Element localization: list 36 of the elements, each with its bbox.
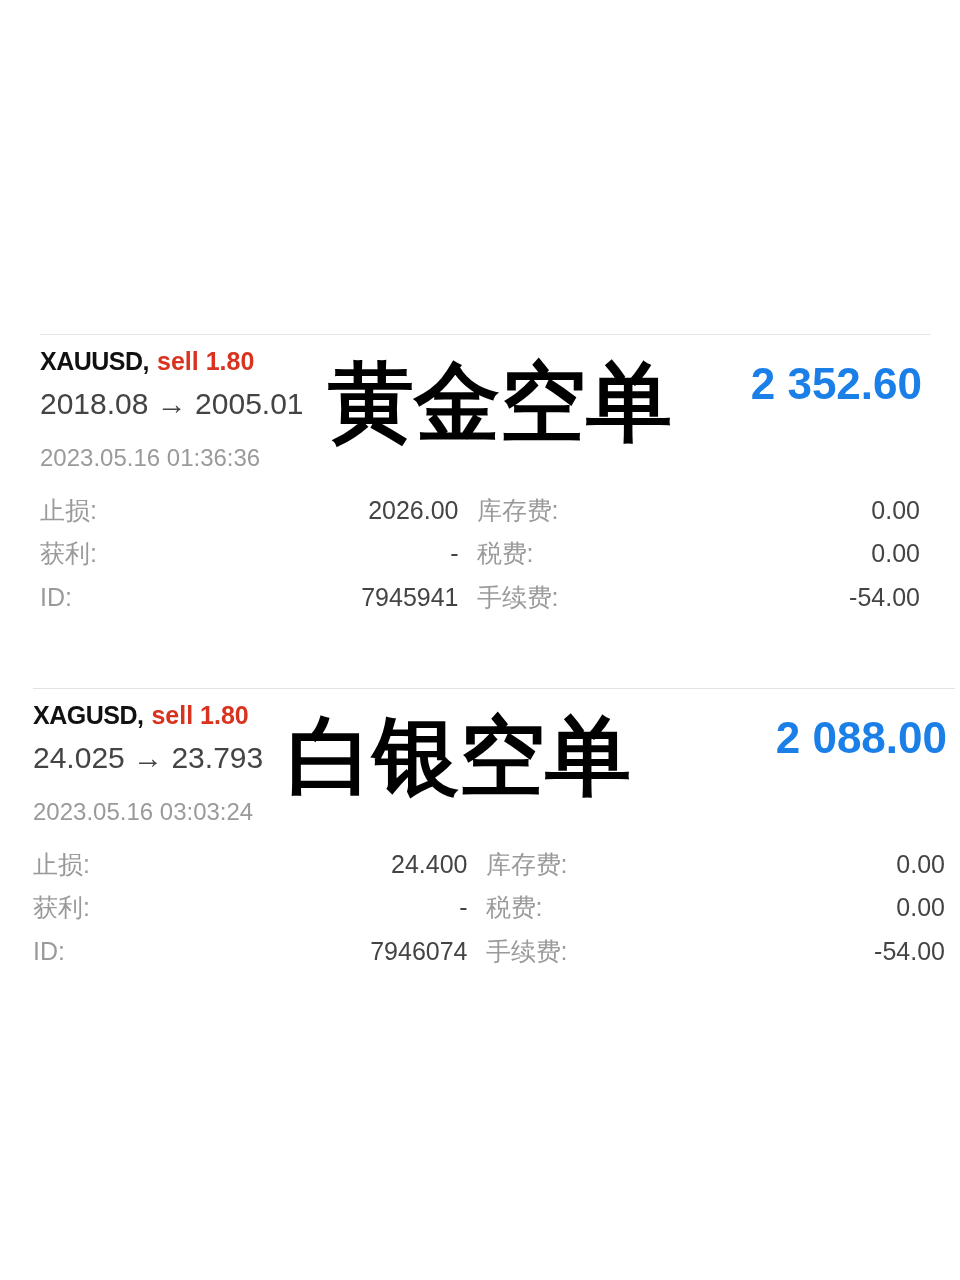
symbol-label: XAUUSD, xyxy=(40,346,149,377)
field-value: 0.00 xyxy=(895,892,945,923)
annotation-text: 黄金空单 xyxy=(327,359,672,445)
field-label: ID: xyxy=(40,581,73,613)
field-value: 0.00 xyxy=(895,848,945,880)
order-type-label: sell 1.80 xyxy=(157,346,255,377)
field-label: 止损: xyxy=(40,494,97,526)
price-range: 24.025 → 23.793 xyxy=(33,739,264,776)
field-label: ID: xyxy=(33,935,66,967)
field-value: 7945941 xyxy=(360,581,459,613)
price-range: 2018.08 → 2005.01 xyxy=(40,385,304,422)
field-label: 库存费: xyxy=(485,848,568,880)
profit-value: 2 088.00 xyxy=(775,712,948,764)
field-value: - xyxy=(458,892,468,923)
field-value: -54.00 xyxy=(848,581,920,613)
annotation-text: 白银空单 xyxy=(287,713,632,799)
field-value: 24.400 xyxy=(390,848,468,880)
field-label: 税费: xyxy=(476,538,535,569)
field-label: 税费: xyxy=(485,892,544,923)
symbol-label: XAGUSD, xyxy=(33,700,144,731)
order-type-label: sell 1.80 xyxy=(151,700,249,731)
field-value: 2026.00 xyxy=(367,494,459,526)
field-label: 获利: xyxy=(40,538,97,569)
field-label: 手续费: xyxy=(485,935,568,967)
field-label: 止损: xyxy=(33,848,90,880)
field-value: 0.00 xyxy=(870,538,920,569)
field-label: 手续费: xyxy=(476,581,559,613)
field-value: - xyxy=(449,538,459,569)
order-time: 2023.05.16 03:03:24 xyxy=(33,796,255,827)
order-time: 2023.05.16 01:36:36 xyxy=(40,442,262,473)
field-value: 7946074 xyxy=(369,935,468,967)
field-value: -54.00 xyxy=(873,935,945,967)
field-value: 0.00 xyxy=(870,494,920,526)
profit-value: 2 352.60 xyxy=(750,358,923,410)
field-label: 获利: xyxy=(33,892,90,923)
field-label: 库存费: xyxy=(476,494,559,526)
